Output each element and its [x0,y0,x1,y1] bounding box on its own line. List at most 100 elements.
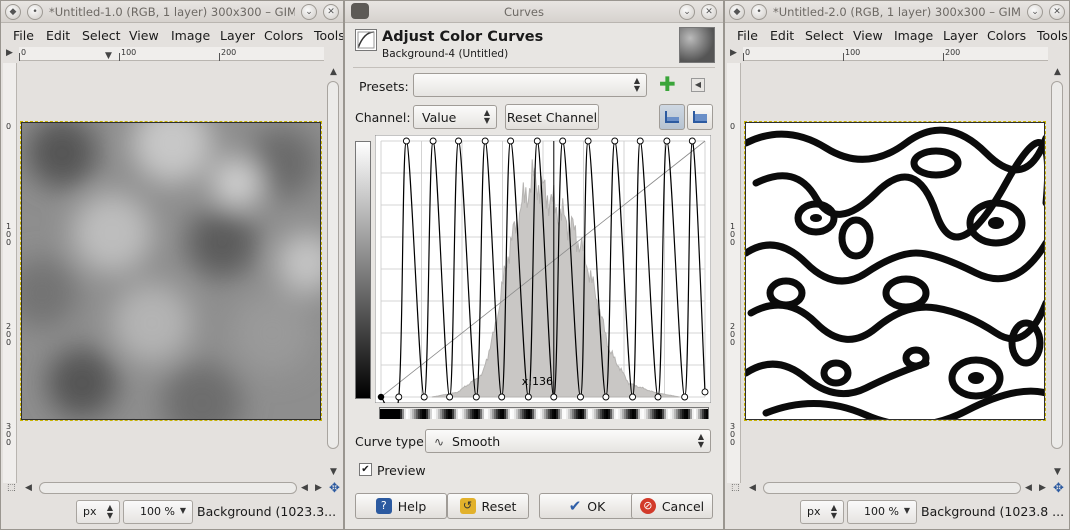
control-point[interactable] [654,393,662,401]
control-point[interactable] [550,393,558,401]
menu-layer[interactable]: Layer [943,28,978,43]
control-point[interactable] [577,393,584,401]
preview-checkbox[interactable]: ✔ [359,463,372,476]
control-point[interactable] [559,137,567,145]
control-point[interactable] [524,393,532,401]
control-point[interactable] [681,393,689,401]
menu-edit[interactable]: Edit [770,28,794,43]
close-icon[interactable]: ✕ [701,4,717,20]
minimize-icon[interactable]: ⌄ [679,4,695,20]
scroll-down-icon[interactable]: ▼ [1054,467,1061,477]
menu-select[interactable]: Select [805,28,844,43]
horizontal-scrollbar[interactable] [39,482,297,494]
image-canvas-contours[interactable] [744,121,1046,421]
scroll-up-icon[interactable]: ▲ [330,67,337,77]
unit-select[interactable]: px ▲ ▼ [76,500,120,524]
control-point[interactable] [584,137,592,145]
zoom-select[interactable]: 100 % ▼ [123,500,193,524]
window-menu-icon[interactable]: ◆ [5,4,21,20]
scroll-right-icon[interactable]: ◀ [1025,483,1032,493]
navigate-icon[interactable]: ✥ [1053,481,1064,496]
ok-button[interactable]: ✔ OK [539,493,635,519]
close-icon[interactable]: ✕ [323,4,339,20]
linear-histogram-button[interactable] [659,104,685,130]
control-point[interactable] [611,137,619,145]
control-point[interactable] [507,137,515,145]
control-point[interactable] [446,393,454,401]
window-menu-icon[interactable]: ◆ [729,4,745,20]
log-histogram-button[interactable] [687,104,713,130]
menu-tools[interactable]: Tools [314,28,343,43]
control-point[interactable] [498,393,506,401]
minimize-icon[interactable]: ⌄ [1027,4,1043,20]
menu-view[interactable]: View [853,28,883,43]
control-point[interactable] [481,137,489,145]
quick-mask-icon[interactable]: ⬚ [731,483,740,493]
control-point[interactable] [663,137,671,145]
scroll-right-icon[interactable]: ◀ [301,483,308,493]
menu-tools[interactable]: Tools [1037,28,1068,43]
scroll-up-icon[interactable]: ▲ [1054,67,1061,77]
zoom-select[interactable]: 100 % ▼ [847,500,917,524]
control-point[interactable] [395,393,403,401]
control-point[interactable] [455,137,462,145]
cancel-button[interactable]: ⊘ Cancel [631,493,713,519]
control-point[interactable] [533,137,541,145]
minimize-icon[interactable]: ⌄ [301,4,317,20]
control-point[interactable] [629,393,637,401]
close-icon[interactable]: ✕ [1049,4,1065,20]
channel-select[interactable]: Value ▲ ▼ [413,105,497,129]
curve-type-select[interactable]: ∿ Smooth ▲ ▼ [425,429,711,453]
scroll-right-icon[interactable]: ▶ [315,483,322,493]
image-canvas-noise[interactable] [20,121,322,421]
reset-channel-button[interactable]: Reset Channel [505,104,599,130]
top-ruler[interactable]: 0 100 200 [743,47,1048,61]
scroll-down-icon[interactable]: ▼ [330,467,337,477]
control-point[interactable] [429,137,437,145]
curves-titlebar[interactable]: Curves ⌄ ✕ [345,1,723,23]
help-button[interactable]: ? Help [355,493,447,519]
menu-colors[interactable]: Colors [987,28,1026,43]
top-ruler[interactable]: 0 100 200 ▼ [19,47,324,61]
control-point[interactable] [377,393,385,401]
image-menu-icon[interactable]: ▶ [730,48,737,58]
scroll-left-icon[interactable]: ◀ [25,483,32,493]
control-point[interactable] [402,137,410,145]
vertical-scrollbar[interactable] [327,81,339,449]
menu-image[interactable]: Image [894,28,933,43]
add-preset-icon[interactable]: ✚ [659,74,676,94]
curve-graph[interactable]: x:136 [375,135,711,403]
scroll-right-icon[interactable]: ▶ [1039,483,1046,493]
preset-menu-icon[interactable]: ◀ [691,78,705,92]
presets-select[interactable]: ▲ ▼ [413,73,647,97]
menu-layer[interactable]: Layer [220,28,255,43]
reset-button[interactable]: ↺ Reset [447,493,529,519]
menu-file[interactable]: File [13,28,34,43]
left-ruler[interactable]: 0 1 0 0 2 0 0 3 0 0 [727,63,741,483]
control-point[interactable] [602,393,610,401]
unit-select[interactable]: px ▲ ▼ [800,500,844,524]
left-ruler[interactable]: 0 1 0 0 2 0 0 3 0 0 [3,63,17,483]
horizontal-scrollbar[interactable] [763,482,1021,494]
window-shade-icon[interactable]: • [751,4,767,20]
control-point[interactable] [636,137,644,145]
menu-edit[interactable]: Edit [46,28,70,43]
menu-image[interactable]: Image [171,28,210,43]
vertical-scrollbar[interactable] [1051,81,1063,449]
control-point[interactable] [701,388,709,396]
left-titlebar[interactable]: ◆ • *Untitled-1.0 (RGB, 1 layer) 300x300… [1,1,343,23]
menu-file[interactable]: File [737,28,758,43]
control-point[interactable] [420,393,428,401]
scroll-left-icon[interactable]: ◀ [749,483,756,493]
control-point[interactable] [472,393,480,401]
quick-mask-icon[interactable]: ⬚ [7,483,16,493]
menu-view[interactable]: View [129,28,159,43]
image-menu-icon[interactable]: ▶ [6,48,13,58]
right-titlebar[interactable]: ◆ • *Untitled-2.0 (RGB, 1 layer) 300x300… [725,1,1069,23]
navigate-icon[interactable]: ✥ [329,481,340,496]
preview-label[interactable]: Preview [377,463,426,478]
menu-colors[interactable]: Colors [264,28,303,43]
menu-select[interactable]: Select [82,28,121,43]
window-shade-icon[interactable]: • [27,4,43,20]
control-point[interactable] [688,137,696,145]
